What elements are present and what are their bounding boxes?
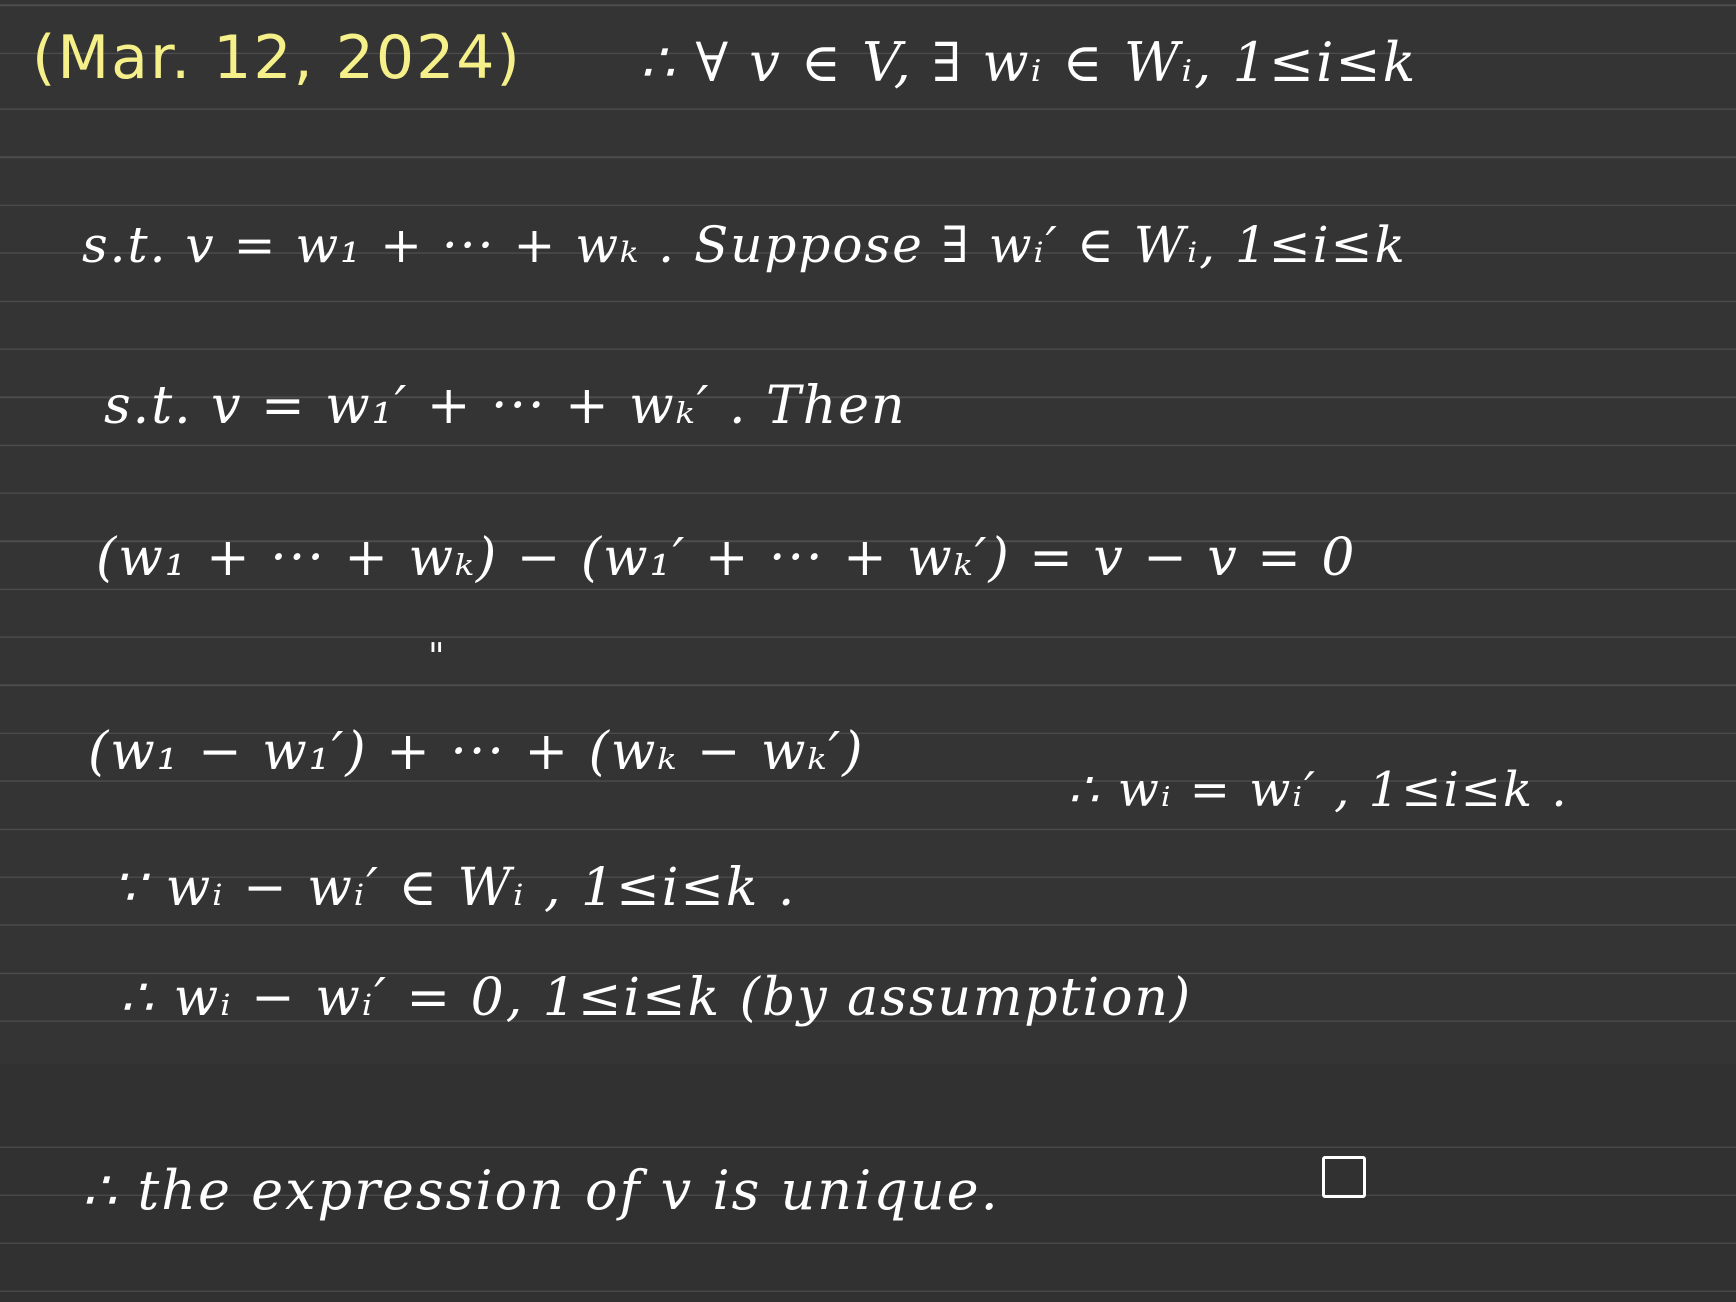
proof-line-5: (w₁ − w₁′) + ··· + (wₖ − wₖ′): [88, 722, 865, 782]
proof-line-3: s.t. v = w₁′ + ··· + wₖ′ . Then: [104, 376, 907, 436]
note-date: (Mar. 12, 2024): [32, 23, 522, 93]
proof-line-1: ∴ ∀ v ∈ V, ∃ wᵢ ∈ Wᵢ, 1≤i≤k: [640, 31, 1418, 94]
proof-line-4: (w₁ + ··· + wₖ) − (w₁′ + ··· + wₖ′) = v …: [96, 528, 1357, 588]
handwritten-note-page: (Mar. 12, 2024) ∴ ∀ v ∈ V, ∃ wᵢ ∈ Wᵢ, 1≤…: [0, 0, 1736, 1302]
equals-rotated-mark: ": [428, 637, 447, 678]
proof-line-7: ∴ wᵢ − wᵢ′ = 0, 1≤i≤k (by assumption): [120, 968, 1193, 1028]
proof-line-8: ∴ the expression of v is unique.: [82, 1159, 1000, 1222]
end-mark: □.: [1318, 1152, 1390, 1206]
proof-side-conclusion: ∴ wᵢ = wᵢ′ , 1≤i≤k .: [1068, 762, 1569, 818]
proof-line-6: ∵ wᵢ − wᵢ′ ∈ Wᵢ , 1≤i≤k .: [112, 858, 797, 918]
proof-line-2: s.t. v = w₁ + ··· + wₖ . Suppose ∃ wᵢ′ ∈…: [82, 216, 1407, 274]
